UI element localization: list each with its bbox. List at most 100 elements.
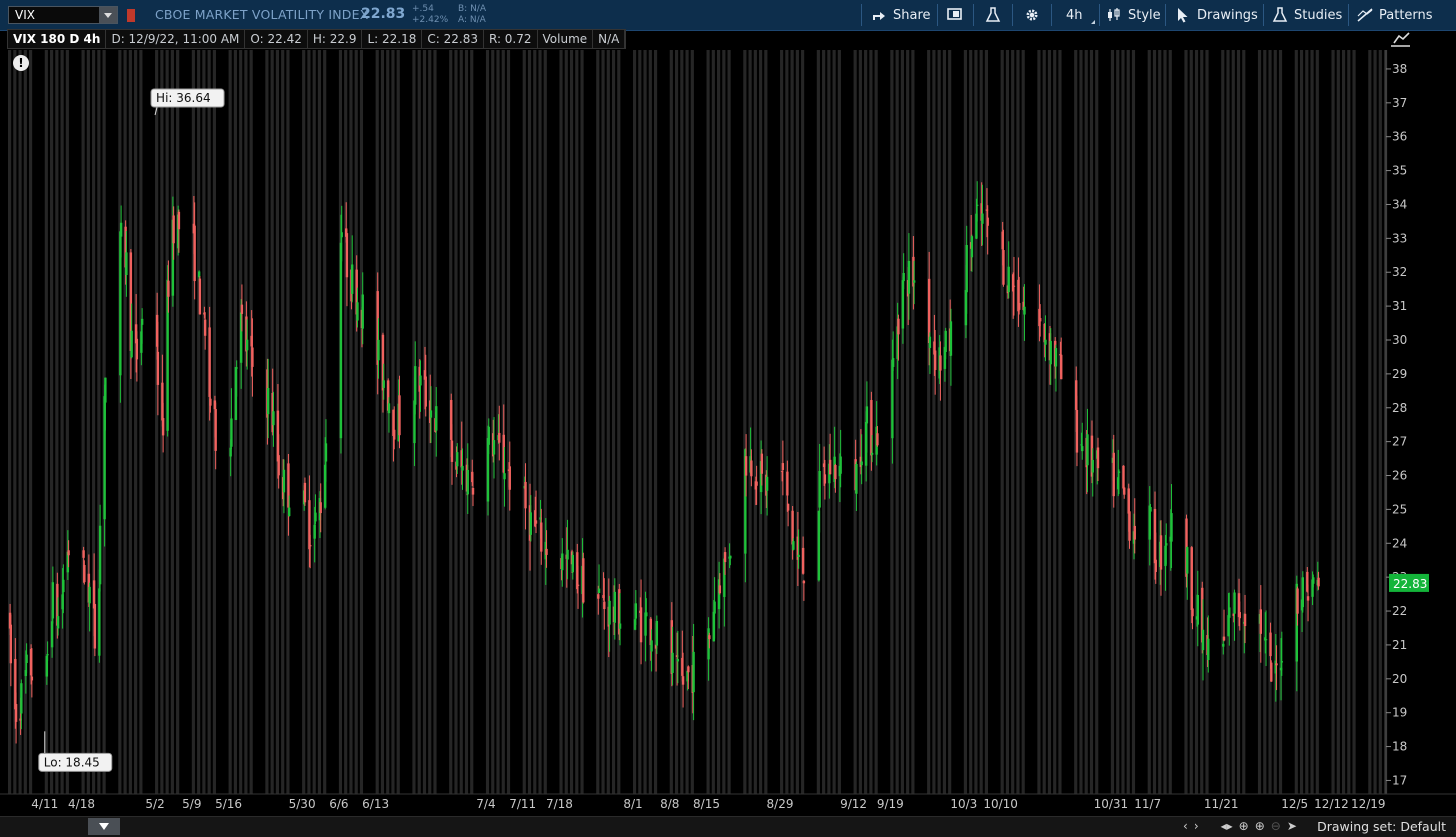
candle-body — [161, 418, 165, 436]
price-chart[interactable]: 1718192021222324252627282930313233343536… — [0, 0, 1456, 816]
price-tick-label: 34 — [1392, 197, 1407, 211]
settings-button[interactable] — [1024, 0, 1046, 30]
session-stripe — [1310, 50, 1314, 794]
chart-settings-button[interactable] — [947, 0, 969, 30]
zoom-out-icon[interactable]: ⊖ — [1271, 819, 1281, 833]
drawings-button[interactable]: Drawings — [1175, 0, 1258, 30]
session-stripe — [790, 50, 794, 794]
candle-body — [51, 582, 55, 619]
candle-body — [235, 367, 238, 369]
candle-body — [466, 469, 469, 495]
candle-body — [540, 522, 543, 552]
candle-body — [177, 211, 181, 230]
chevron-down-icon[interactable] — [99, 7, 117, 23]
candle-body — [83, 564, 86, 583]
studies-button[interactable]: Studies — [1272, 0, 1342, 30]
price-tick-label: 31 — [1392, 299, 1407, 313]
candle-body — [82, 550, 85, 558]
bid-value: B: N/A — [458, 4, 486, 14]
studies-lab-button[interactable] — [985, 0, 1007, 30]
session-stripe — [638, 50, 642, 794]
session-stripe — [123, 50, 127, 794]
session-stripe — [1058, 50, 1062, 794]
candle-body — [1007, 266, 1010, 293]
session-stripe — [1189, 50, 1193, 794]
time-tick-label: 10/10 — [983, 797, 1018, 811]
candle-body — [744, 456, 748, 476]
candle-body — [676, 659, 680, 662]
candle-body — [245, 339, 249, 351]
price-tick-label: 27 — [1392, 435, 1407, 449]
scroll-left-icon[interactable]: ‹ — [1183, 819, 1188, 833]
candle-body — [1296, 588, 1299, 614]
candle-body — [1112, 452, 1115, 497]
drawing-set-label[interactable]: Drawing set: Default — [1317, 819, 1446, 834]
session-stripe — [1095, 50, 1099, 794]
zoom-in-icon[interactable]: ⊕ — [1255, 819, 1265, 833]
symbol-selector[interactable]: VIX — [8, 6, 118, 24]
session-stripe — [81, 50, 85, 794]
last-price: 22.83 — [361, 6, 406, 22]
collapse-panel-button[interactable] — [88, 818, 120, 835]
candle-body — [949, 321, 953, 356]
candle-body — [450, 440, 454, 462]
candle-body — [1049, 340, 1052, 365]
session-stripe — [722, 50, 726, 794]
aggregation-button[interactable]: 4h — [1066, 0, 1095, 30]
candle-body — [1039, 318, 1042, 322]
time-tick-label: 5/9 — [182, 797, 201, 811]
candle-body — [508, 466, 511, 490]
session-stripe — [911, 50, 915, 794]
candle-body — [140, 318, 144, 325]
candle-body — [865, 406, 869, 424]
candle-body — [1165, 543, 1168, 546]
candle-body — [534, 520, 538, 524]
candle-body — [1270, 662, 1273, 682]
candle-body — [855, 463, 858, 494]
patterns-button[interactable]: Patterns — [1357, 0, 1433, 30]
candle-body — [1301, 577, 1305, 608]
session-stripe — [1021, 50, 1025, 794]
pointer-icon[interactable]: ➤ — [1287, 819, 1297, 833]
session-stripe — [176, 50, 180, 794]
expand-time-icon[interactable]: ◂▸ — [1221, 819, 1233, 833]
candle-body — [1091, 459, 1094, 473]
session-stripe — [286, 50, 290, 794]
candle-body — [50, 621, 54, 648]
divider — [937, 4, 938, 26]
candle-body — [272, 411, 275, 426]
candle-body — [1086, 434, 1089, 466]
session-stripe — [1152, 50, 1157, 794]
time-tick-label: 5/2 — [145, 797, 164, 811]
session-stripe — [422, 50, 427, 794]
session-stripe — [44, 50, 48, 794]
session-stripe — [564, 50, 568, 794]
candle-body — [414, 366, 417, 405]
chart-mode-icon[interactable] — [1388, 30, 1414, 50]
session-stripe — [1341, 50, 1346, 794]
candle-body — [324, 443, 328, 462]
scroll-right-icon[interactable]: › — [1194, 819, 1199, 833]
volume-label: Volume — [538, 30, 594, 48]
session-stripe — [753, 50, 757, 794]
candle-body — [46, 654, 49, 656]
style-label: Style — [1128, 7, 1161, 23]
share-button[interactable]: Share — [871, 0, 931, 30]
session-stripe — [969, 50, 973, 794]
candle-body — [1207, 638, 1210, 661]
candle-body — [986, 217, 989, 226]
candle-body — [429, 410, 433, 418]
candle-body — [655, 620, 659, 646]
link-flag-icon[interactable] — [127, 9, 135, 22]
candle-body — [582, 558, 585, 603]
crosshair-icon[interactable]: ⊕ — [1239, 819, 1249, 833]
session-stripe — [942, 50, 946, 794]
monitor-settings-icon — [947, 8, 962, 20]
bar-close: C: 22.83 — [422, 30, 484, 48]
flask-icon — [985, 7, 1001, 22]
candle-body — [639, 607, 643, 643]
time-tick-label: 12/5 — [1281, 797, 1308, 811]
session-stripe — [170, 50, 174, 794]
style-button[interactable]: Style — [1106, 0, 1161, 30]
alert-icon[interactable]: ! — [13, 55, 29, 71]
